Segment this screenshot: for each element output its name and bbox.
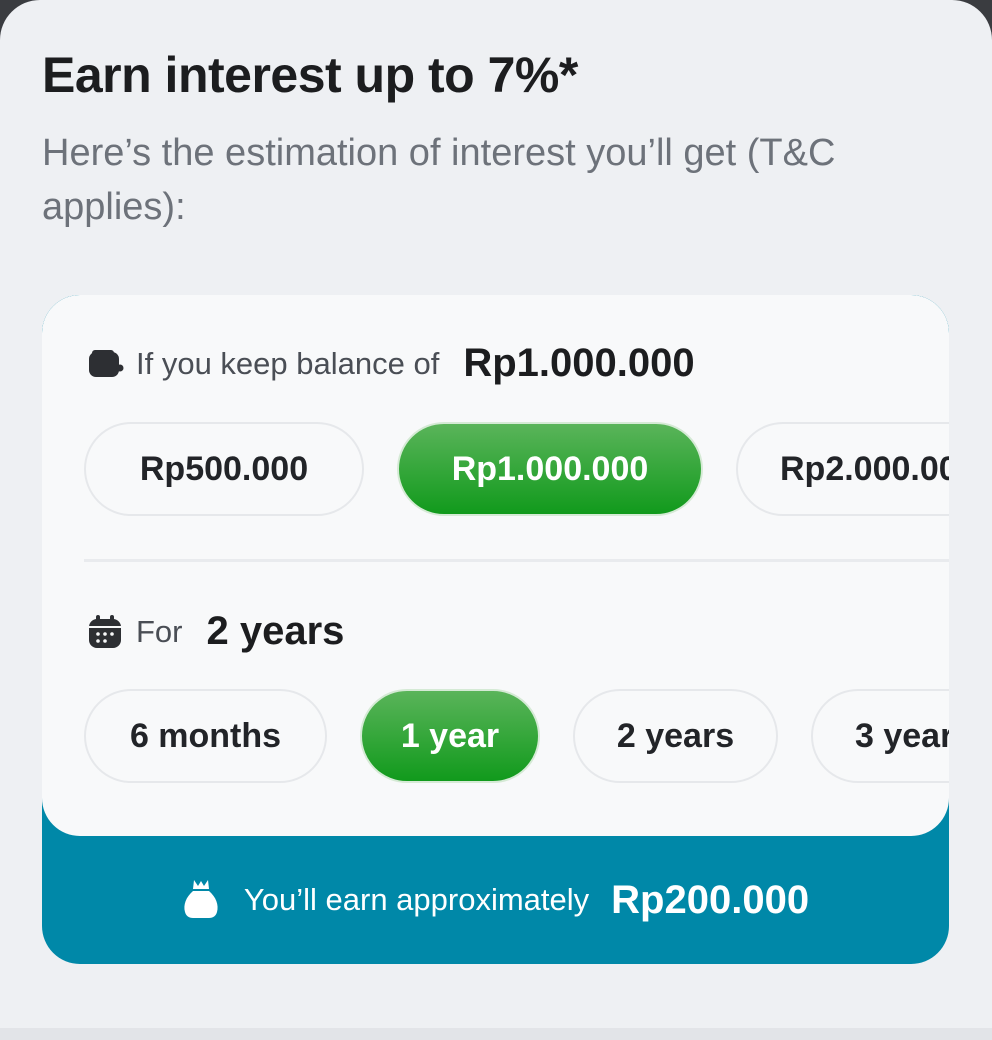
duration-selected-value: 2 years bbox=[206, 609, 345, 653]
balance-chip-1m[interactable]: Rp1.000.000 bbox=[397, 422, 703, 516]
earnings-label: You’ll earn approximately bbox=[243, 882, 590, 917]
duration-chip-2-years[interactable]: 2 years bbox=[573, 689, 778, 783]
wallet-icon bbox=[86, 345, 124, 383]
balance-options: Rp500.000 Rp1.000.000 Rp2.000.000 bbox=[84, 422, 949, 516]
page-subtitle: Here’s the estimation of interest you’ll… bbox=[42, 132, 836, 228]
duration-options: 6 months 1 year 2 years 3 years bbox=[84, 689, 949, 783]
estimated-earnings: You’ll earn approximately Rp200.000 bbox=[42, 836, 949, 964]
bottom-strip bbox=[0, 1028, 992, 1040]
duration-chip-6-months[interactable]: 6 months bbox=[84, 689, 327, 783]
earnings-value: Rp200.000 bbox=[611, 877, 810, 922]
balance-label: If you keep balance of bbox=[136, 345, 440, 381]
calculator-options-panel: If you keep balance of Rp1.000.000 Rp500… bbox=[42, 295, 949, 836]
calendar-icon bbox=[86, 613, 124, 651]
page-title: Earn interest up to 7%* bbox=[42, 47, 578, 103]
duration-row-header: For 2 years bbox=[86, 609, 344, 654]
duration-chip-1-year[interactable]: 1 year bbox=[360, 689, 540, 783]
balance-row-header: If you keep balance of Rp1.000.000 bbox=[86, 341, 695, 386]
interest-calculator-card: If you keep balance of Rp1.000.000 Rp500… bbox=[42, 295, 949, 964]
money-bag-icon bbox=[182, 877, 220, 924]
duration-chip-3-years[interactable]: 3 years bbox=[811, 689, 949, 783]
balance-selected-value: Rp1.000.000 bbox=[463, 341, 695, 385]
balance-chip-500k[interactable]: Rp500.000 bbox=[84, 422, 364, 516]
duration-label: For bbox=[136, 613, 183, 649]
balance-chip-2m[interactable]: Rp2.000.000 bbox=[736, 422, 949, 516]
interest-sheet: Earn interest up to 7%* Here’s the estim… bbox=[0, 0, 992, 1040]
section-divider bbox=[84, 559, 949, 562]
